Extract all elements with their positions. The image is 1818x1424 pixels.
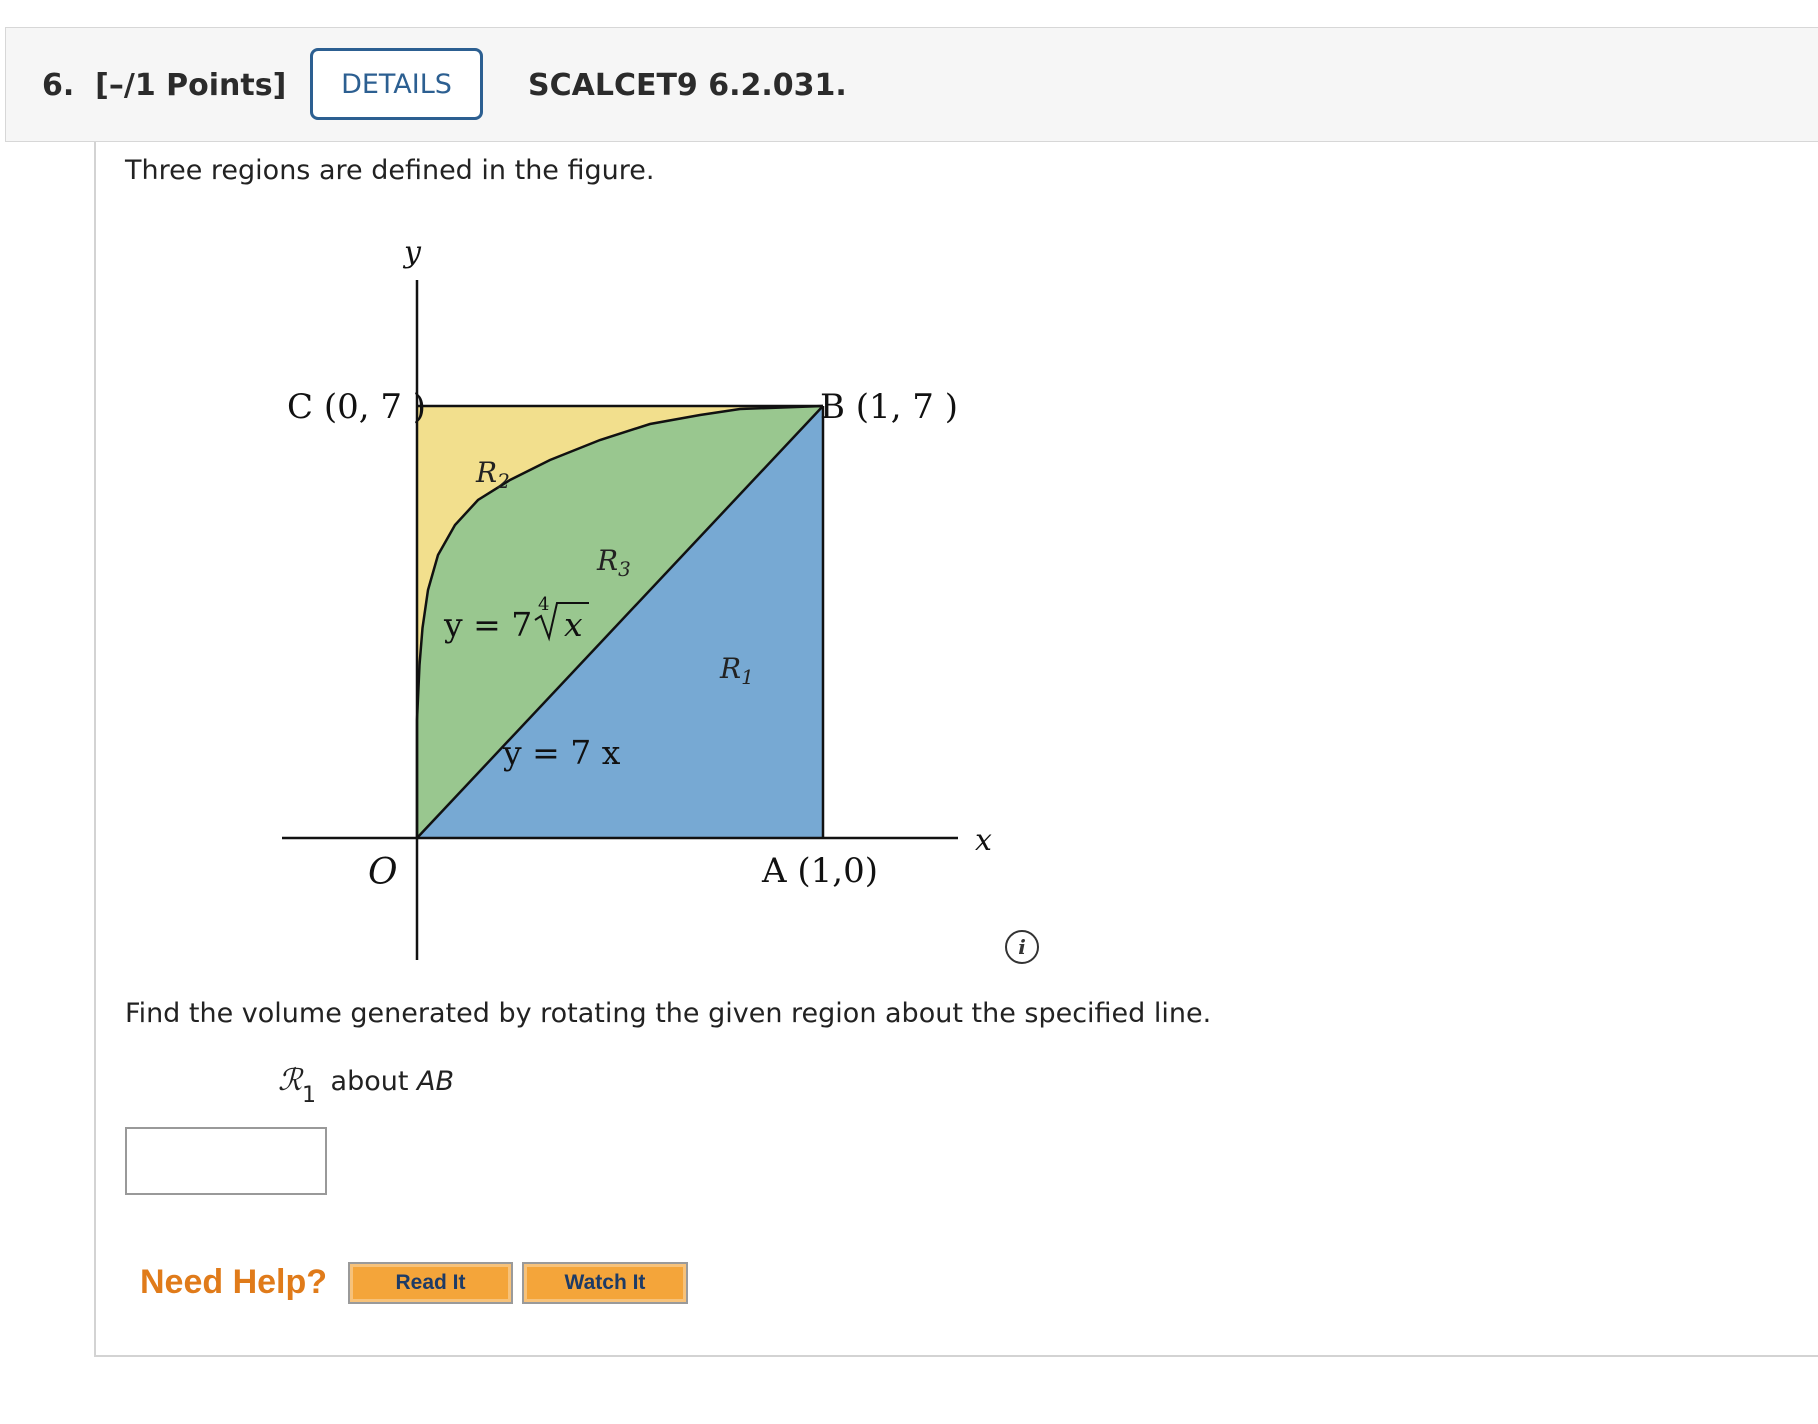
regions-figure: y x O C (0, 7 ) B (1, 7 ) A (1,0) R2 R3 … bbox=[282, 235, 992, 960]
answer-input[interactable] bbox=[125, 1127, 327, 1195]
curve-root-index: 4 bbox=[538, 594, 549, 615]
curve-label: y = 7 bbox=[443, 605, 532, 644]
curve-radicand: x bbox=[564, 605, 583, 644]
intro-text: Three regions are defined in the figure. bbox=[125, 155, 655, 186]
subquestion: ℛ1 about AB bbox=[278, 1063, 455, 1108]
details-button[interactable]: DETAILS bbox=[310, 48, 483, 120]
need-help-label: Need Help? bbox=[140, 1263, 328, 1301]
axis-text: AB bbox=[417, 1066, 455, 1097]
region-symbol: ℛ bbox=[278, 1063, 302, 1098]
region-subscript: 1 bbox=[301, 1083, 316, 1108]
question-header: 6. [–/1 Points] DETAILS SCALCET9 6.2.031… bbox=[5, 27, 1818, 142]
origin-label: O bbox=[368, 852, 398, 893]
instruction-text: Find the volume generated by rotating th… bbox=[125, 998, 1212, 1029]
x-axis-label: x bbox=[975, 823, 992, 858]
question-number-points: 6. [–/1 Points] bbox=[42, 68, 287, 103]
point-c-label: C (0, 7 ) bbox=[287, 387, 426, 427]
about-text: about bbox=[330, 1066, 409, 1097]
question-code: SCALCET9 6.2.031. bbox=[528, 68, 847, 103]
info-icon[interactable]: i bbox=[1005, 930, 1039, 964]
y-axis-label: y bbox=[402, 235, 422, 270]
watch-it-button[interactable]: Watch It bbox=[522, 1262, 688, 1304]
point-b-label: B (1, 7 ) bbox=[820, 387, 958, 427]
line-label: y = 7 x bbox=[502, 733, 621, 772]
point-a-label: A (1,0) bbox=[761, 851, 878, 891]
read-it-button[interactable]: Read It bbox=[348, 1262, 513, 1304]
